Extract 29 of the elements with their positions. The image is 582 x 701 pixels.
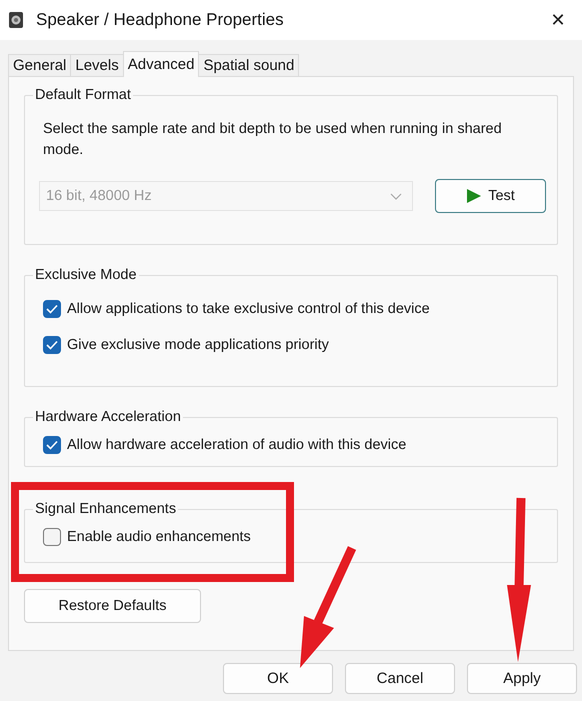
description-text: Select the sample rate and bit depth to be used when running in shared mode. bbox=[43, 120, 503, 160]
test-button[interactable]: Test bbox=[435, 179, 546, 213]
tab[interactable]: Spatial sound bbox=[198, 54, 300, 76]
group-title: Hardware Acceleration bbox=[34, 409, 182, 425]
checkmark-icon bbox=[46, 340, 58, 350]
group-title: Signal Enhancements bbox=[34, 501, 178, 517]
checkbox[interactable] bbox=[43, 300, 61, 318]
chevron-down-icon bbox=[390, 192, 402, 200]
option-label: Allow applications to take exclusive control of this device bbox=[67, 301, 430, 317]
checkmark-icon bbox=[46, 304, 58, 314]
dialog-button[interactable]: OK bbox=[223, 663, 333, 694]
close-button[interactable]: ✕ bbox=[534, 0, 582, 40]
speaker-icon bbox=[8, 11, 24, 29]
dialog-button[interactable]: Apply bbox=[467, 663, 577, 694]
option-label: Allow hardware acceleration of audio with this device bbox=[67, 437, 406, 453]
group-title: Default Format bbox=[34, 87, 132, 103]
option-label: Give exclusive mode applications priority bbox=[67, 337, 329, 353]
checkbox[interactable] bbox=[43, 336, 61, 354]
play-icon bbox=[466, 188, 482, 204]
tab[interactable]: Advanced bbox=[122, 51, 200, 77]
checkmark-icon bbox=[46, 440, 58, 450]
restore-defaults-button[interactable]: Restore Defaults bbox=[24, 589, 201, 623]
option-label: Enable audio enhancements bbox=[67, 529, 251, 545]
dialog-button[interactable]: Cancel bbox=[345, 663, 455, 694]
checkbox[interactable] bbox=[43, 436, 61, 454]
checkbox[interactable] bbox=[43, 528, 61, 546]
window-title: Speaker / Headphone Properties bbox=[36, 10, 285, 30]
tab[interactable]: General bbox=[8, 54, 72, 76]
group-title: Exclusive Mode bbox=[34, 267, 138, 283]
